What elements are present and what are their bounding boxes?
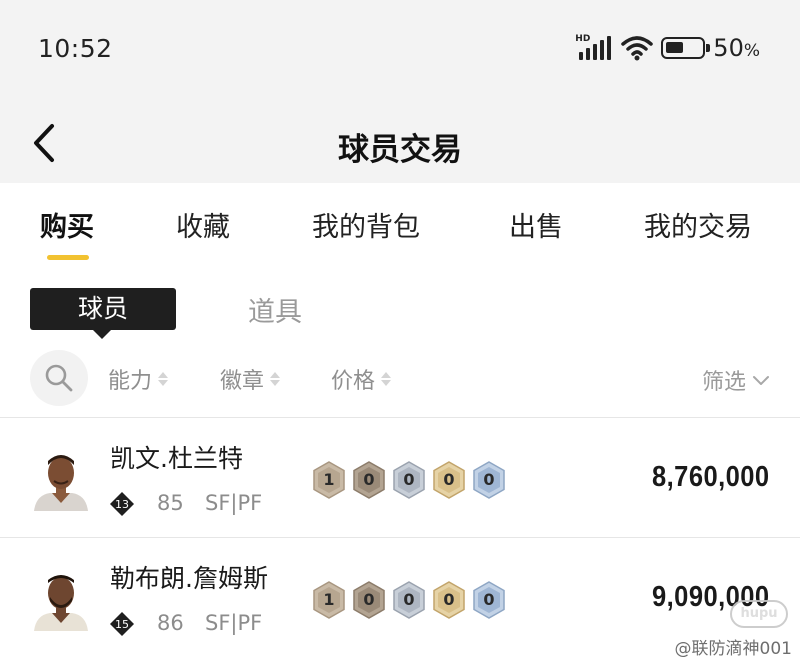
subtab-players-label: 球员 [77, 294, 128, 323]
wifi-icon [621, 36, 654, 61]
player-overall: 86 [157, 611, 184, 635]
badge-silver: 0 [392, 581, 426, 619]
filter-button[interactable]: 筛选 [702, 364, 770, 396]
tab-sell[interactable]: 出售 [509, 205, 563, 244]
signal-icon: HD [575, 34, 613, 62]
sort-badges-label: 徽章 [220, 369, 265, 394]
status-bar-right: HD 50% [575, 34, 760, 62]
main-tabs: 购买 收藏 我的背包 出售 我的交易 [0, 205, 800, 265]
badge-brown: 0 [352, 581, 386, 619]
sort-price-label: 价格 [331, 369, 376, 394]
watermark-logo: hupu [730, 600, 788, 628]
sort-ability-label: 能力 [108, 369, 153, 394]
watermark-text: @联防滴神001 [674, 639, 792, 659]
player-name: 勒布朗.詹姆斯 [110, 564, 268, 593]
badge-bronze: 1 [312, 461, 346, 499]
network-label: HD [575, 34, 591, 44]
tab-my-bag[interactable]: 我的背包 [312, 205, 420, 244]
subtab-players[interactable]: 球员 [30, 288, 176, 339]
subtab-items[interactable]: 道具 [248, 290, 302, 329]
sort-ability[interactable]: 能力 [108, 363, 169, 395]
divider [0, 417, 800, 418]
page-title: 球员交易 [338, 132, 462, 168]
badge-counts: 1 0 0 0 0 [312, 581, 506, 619]
player-avatar [30, 569, 92, 631]
sort-price[interactable]: 价格 [331, 363, 392, 395]
badge-brown: 0 [352, 461, 386, 499]
svg-text:15: 15 [115, 618, 129, 631]
tab-buy[interactable]: 购买 [40, 205, 94, 244]
tab-my-trades[interactable]: 我的交易 [644, 205, 752, 244]
subtab-caret [93, 330, 111, 339]
search-button[interactable] [30, 350, 88, 406]
player-avatar [30, 449, 92, 511]
filter-label: 筛选 [701, 370, 746, 395]
badge-silver: 0 [392, 461, 426, 499]
badge-gold: 0 [432, 581, 466, 619]
search-icon [45, 364, 73, 392]
player-name: 凯文.杜兰特 [110, 444, 243, 473]
battery-percent: 50% [713, 34, 760, 62]
player-price: 8,760,000 [652, 461, 770, 493]
sort-arrows-icon [270, 372, 281, 386]
player-row[interactable]: 凯文.杜兰特 13 85 SF|PF 1 0 0 0 0 8,760,000 [0, 419, 800, 537]
status-time: 10:52 [38, 34, 113, 63]
battery-icon [661, 37, 711, 59]
badge-bronze: 1 [312, 581, 346, 619]
badge-blue: 0 [472, 581, 506, 619]
player-position: SF|PF [205, 491, 263, 515]
divider [0, 537, 800, 538]
badge-blue: 0 [472, 461, 506, 499]
badge-counts: 1 0 0 0 0 [312, 461, 506, 499]
sort-badges[interactable]: 徽章 [220, 363, 281, 395]
player-overall: 85 [157, 491, 184, 515]
active-tab-indicator [47, 255, 89, 260]
player-position: SF|PF [205, 611, 263, 635]
svg-text:13: 13 [115, 498, 129, 511]
sort-arrows-icon [158, 372, 169, 386]
chevron-down-icon [753, 376, 769, 385]
level-diamond-icon: 13 [110, 492, 134, 516]
sort-arrows-icon [381, 372, 392, 386]
tab-favorites[interactable]: 收藏 [176, 205, 230, 244]
level-diamond-icon: 15 [110, 612, 134, 636]
badge-gold: 0 [432, 461, 466, 499]
